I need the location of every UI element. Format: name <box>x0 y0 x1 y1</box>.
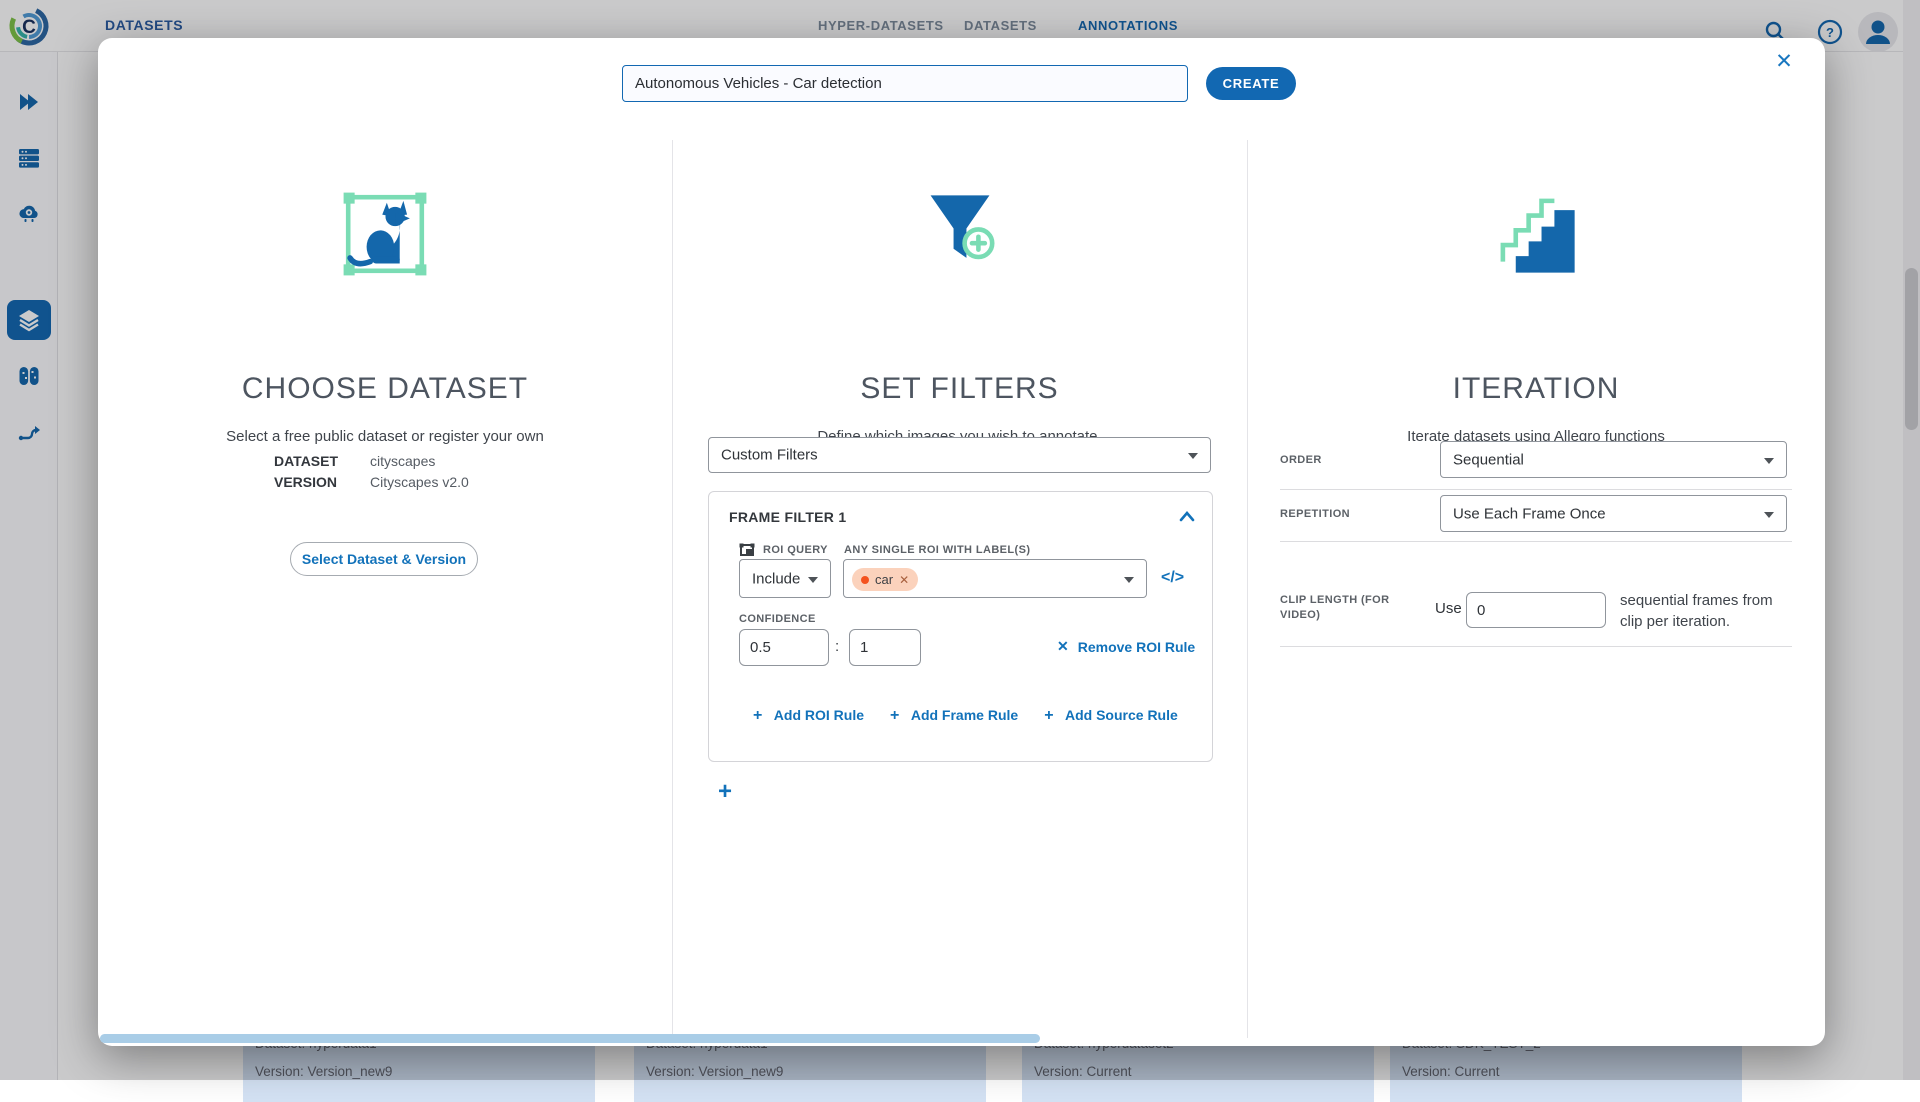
confidence-min-input[interactable] <box>739 629 829 666</box>
include-exclude-select[interactable]: Include <box>739 559 831 598</box>
add-frame-rule-link[interactable]: + Add Frame Rule <box>890 707 1018 725</box>
frame-filter-card: FRAME FILTER 1 ROI QUERY ANY SINGLE ROI … <box>708 491 1213 762</box>
add-roi-rule-label: Add ROI Rule <box>774 707 864 723</box>
set-filters-heading: SET FILTERS <box>672 372 1247 406</box>
plus-icon: + <box>753 707 762 724</box>
order-select[interactable]: Sequential <box>1440 441 1787 478</box>
version-label: VERSION <box>274 474 337 490</box>
filter-type-value: Custom Filters <box>721 447 818 464</box>
add-source-rule-link[interactable]: + Add Source Rule <box>1044 707 1178 725</box>
chevron-down-icon <box>808 577 818 583</box>
remove-x-icon: ✕ <box>1057 638 1069 655</box>
remove-roi-rule-label: Remove ROI Rule <box>1078 639 1195 655</box>
roi-labels-multiselect[interactable]: car ✕ <box>843 559 1147 598</box>
remove-roi-rule-link[interactable]: ✕ Remove ROI Rule <box>1057 638 1195 655</box>
filter-type-select[interactable]: Custom Filters <box>708 437 1211 473</box>
order-label: ORDER <box>1280 454 1322 466</box>
choose-dataset-column: CHOOSE DATASET Select a free public data… <box>98 140 672 1038</box>
frame-filter-title: FRAME FILTER 1 <box>729 509 847 525</box>
plus-icon: + <box>890 707 899 724</box>
select-dataset-version-button[interactable]: Select Dataset & Version <box>290 542 478 576</box>
iteration-stairs-icon <box>1490 188 1582 280</box>
task-name-input[interactable] <box>622 65 1188 102</box>
clip-length-label: CLIP LENGTH (FOR VIDEO) <box>1280 593 1410 623</box>
add-roi-rule-link[interactable]: + Add ROI Rule <box>753 707 864 725</box>
label-color-dot <box>861 576 869 584</box>
add-frame-rule-label: Add Frame Rule <box>911 707 1018 723</box>
label-chip-car[interactable]: car ✕ <box>852 568 918 591</box>
plus-icon: + <box>1044 707 1053 724</box>
row-divider <box>1280 646 1792 647</box>
filter-funnel-add-icon <box>914 188 1006 280</box>
modal-horizontal-scrollbar-thumb[interactable] <box>100 1034 1040 1043</box>
row-divider <box>1280 489 1792 490</box>
confidence-label: CONFIDENCE <box>739 613 816 625</box>
create-button[interactable]: CREATE <box>1206 67 1296 100</box>
roi-query-label: ROI QUERY <box>763 544 828 556</box>
include-value: Include <box>752 570 800 587</box>
set-filters-column: SET FILTERS Define which images you wish… <box>672 140 1247 1038</box>
create-annotation-task-dialog: CREATE ✕ CHOOSE DATASET Select a free pu… <box>98 38 1825 1046</box>
repetition-select[interactable]: Use Each Frame Once <box>1440 495 1787 532</box>
iteration-column: ITERATION Iterate datasets using Allegro… <box>1247 140 1825 1038</box>
confidence-max-input[interactable] <box>849 629 921 666</box>
clip-use-label: Use <box>1435 600 1462 617</box>
label-chip-text: car <box>875 572 893 587</box>
row-divider <box>1280 541 1792 542</box>
clip-suffix-text: sequential frames from clip per iteratio… <box>1620 590 1798 632</box>
dataset-dog-annotation-icon <box>339 188 431 280</box>
roi-labels-label: ANY SINGLE ROI WITH LABEL(S) <box>844 544 1030 556</box>
dataset-label: DATASET <box>274 453 338 469</box>
collapse-chevron-up-icon[interactable] <box>1178 509 1196 523</box>
iteration-heading: ITERATION <box>1247 372 1825 406</box>
clip-length-input[interactable] <box>1466 592 1606 628</box>
repetition-value: Use Each Frame Once <box>1453 505 1606 522</box>
chevron-down-icon <box>1764 458 1774 464</box>
chevron-down-icon <box>1188 453 1198 459</box>
add-source-rule-label: Add Source Rule <box>1065 707 1178 723</box>
code-editor-icon[interactable]: </> <box>1161 569 1184 587</box>
close-icon[interactable]: ✕ <box>1770 48 1798 76</box>
repetition-label: REPETITION <box>1280 508 1350 520</box>
confidence-separator: : <box>835 638 839 655</box>
chevron-down-icon <box>1124 577 1134 583</box>
add-frame-filter-button[interactable]: + <box>718 778 732 806</box>
choose-dataset-heading: CHOOSE DATASET <box>98 372 672 406</box>
order-value: Sequential <box>1453 451 1524 468</box>
version-value: Cityscapes v2.0 <box>370 474 469 490</box>
roi-bounding-box-icon <box>739 542 755 558</box>
chevron-down-icon <box>1764 512 1774 518</box>
dataset-value: cityscapes <box>370 453 435 469</box>
choose-dataset-subheading: Select a free public dataset or register… <box>98 428 672 445</box>
remove-chip-icon[interactable]: ✕ <box>899 573 909 587</box>
